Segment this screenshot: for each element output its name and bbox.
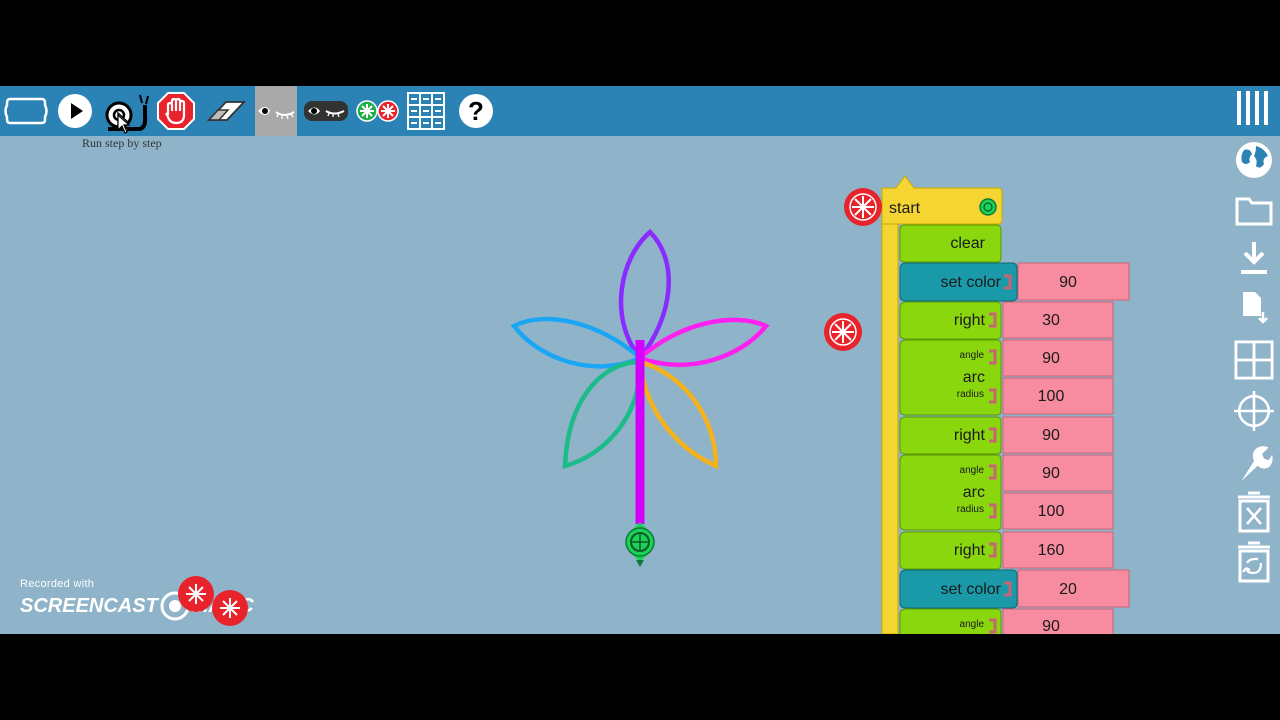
arc-angle-label: angle [960, 350, 985, 361]
restore-icon [1238, 541, 1270, 583]
arc-block[interactable]: angle arc radius 90 100 [899, 454, 1114, 531]
stop-button[interactable] [155, 89, 197, 133]
download-icon [1241, 242, 1267, 274]
eye-closed-icon [304, 101, 348, 121]
arc-radius-label: radius [957, 504, 984, 515]
turtle-drawing [510, 228, 770, 524]
right-value[interactable]: 160 [1038, 542, 1065, 559]
clear-label: clear [950, 235, 985, 252]
set-color-label: set color [941, 581, 1002, 598]
petal-orange [637, 358, 719, 470]
grid-toggle-button[interactable] [1234, 340, 1274, 380]
grid-icon [1234, 340, 1274, 380]
eye-icon [258, 107, 295, 120]
watermark-brand-left: SCREENCAST [20, 594, 158, 617]
save-plugin-button[interactable] [1234, 288, 1274, 328]
set-color-block[interactable]: set color 90 [899, 262, 1130, 302]
app-window: ? Run step by step start clear set color… [0, 86, 1280, 634]
clear-block[interactable]: clear [899, 224, 1002, 263]
petal-blue [510, 316, 645, 369]
restore-button[interactable] [1234, 541, 1274, 583]
right-label: right [954, 312, 986, 329]
trash-button[interactable] [1234, 491, 1274, 533]
hide-turtle-button[interactable] [302, 89, 350, 133]
turtle-canvas[interactable]: start clear set color 90 right 30 angle … [0, 136, 1228, 634]
right-label: right [954, 542, 986, 559]
grid-button[interactable] [405, 89, 447, 133]
show-turtle-button[interactable] [255, 86, 297, 136]
blocks-icon [356, 100, 399, 122]
settings-button[interactable] [1234, 443, 1274, 483]
arc-block[interactable]: angle arc radius 90 100 [899, 339, 1114, 416]
arc-angle-value[interactable]: 90 [1042, 465, 1060, 482]
arc-radius-value[interactable]: 100 [1038, 503, 1065, 520]
open-button[interactable] [1234, 190, 1274, 230]
crosshair-icon [1234, 391, 1274, 431]
arc-angle-label: angle [960, 465, 985, 476]
save-button[interactable] [1234, 238, 1274, 278]
marker-pair-icon [178, 576, 248, 626]
right-block[interactable]: right 30 [899, 301, 1114, 340]
language-button[interactable] [1234, 140, 1274, 180]
turtle-small-icon [979, 198, 997, 216]
arc-block[interactable]: angle 90 [899, 608, 1114, 634]
arc-radius-label: radius [957, 389, 984, 400]
arc-radius-value[interactable]: 100 [1038, 388, 1065, 405]
right-label: right [954, 427, 986, 444]
menu-icon [1237, 91, 1268, 125]
run-button[interactable] [55, 89, 95, 133]
arc-angle-label: angle [960, 619, 985, 630]
play-icon [58, 94, 92, 128]
eraser-icon [206, 101, 247, 121]
collapse-marker-icon[interactable] [844, 188, 882, 226]
menu-button[interactable] [1234, 88, 1274, 128]
blocks-toggle-button[interactable] [354, 89, 402, 133]
right-value[interactable]: 30 [1042, 312, 1060, 329]
stop-hand-icon [157, 92, 195, 130]
help-icon: ? [459, 94, 493, 128]
arc-angle-value[interactable]: 90 [1042, 350, 1060, 367]
set-color-value[interactable]: 20 [1059, 581, 1077, 598]
folder-icon [1235, 197, 1273, 226]
mouse-cursor-icon [117, 114, 131, 134]
workspace-toggle-button[interactable] [3, 89, 49, 133]
arc-angle-value[interactable]: 90 [1042, 618, 1060, 634]
center-button[interactable] [1234, 391, 1274, 431]
right-block[interactable]: right 90 [899, 416, 1114, 455]
start-label: start [889, 200, 921, 217]
set-color-value[interactable]: 90 [1059, 274, 1077, 291]
help-button[interactable]: ? [456, 89, 496, 133]
globe-icon [1236, 142, 1272, 178]
clear-button[interactable] [203, 89, 249, 133]
wrench-icon [1237, 446, 1273, 482]
block-program: start clear set color 90 right 30 angle … [844, 175, 1130, 634]
set-color-label: set color [941, 274, 1002, 291]
start-block[interactable]: start [844, 175, 1003, 226]
toolbar: ? [0, 86, 1280, 136]
arc-label: arc [963, 484, 985, 501]
help-label: ? [468, 96, 484, 126]
file-download-icon [1243, 292, 1268, 324]
screen-icon [4, 97, 48, 125]
grid-icon [407, 92, 445, 130]
trash-icon [1238, 491, 1270, 533]
right-sidebar [1228, 86, 1280, 634]
right-value[interactable]: 90 [1042, 427, 1060, 444]
set-color-block[interactable]: set color 20 [899, 569, 1130, 609]
petal-teal [562, 359, 643, 469]
turtle-icon [625, 522, 655, 567]
right-block[interactable]: right 160 [899, 531, 1114, 570]
arc-label: arc [963, 369, 985, 386]
center-marker-icon[interactable] [824, 313, 862, 351]
